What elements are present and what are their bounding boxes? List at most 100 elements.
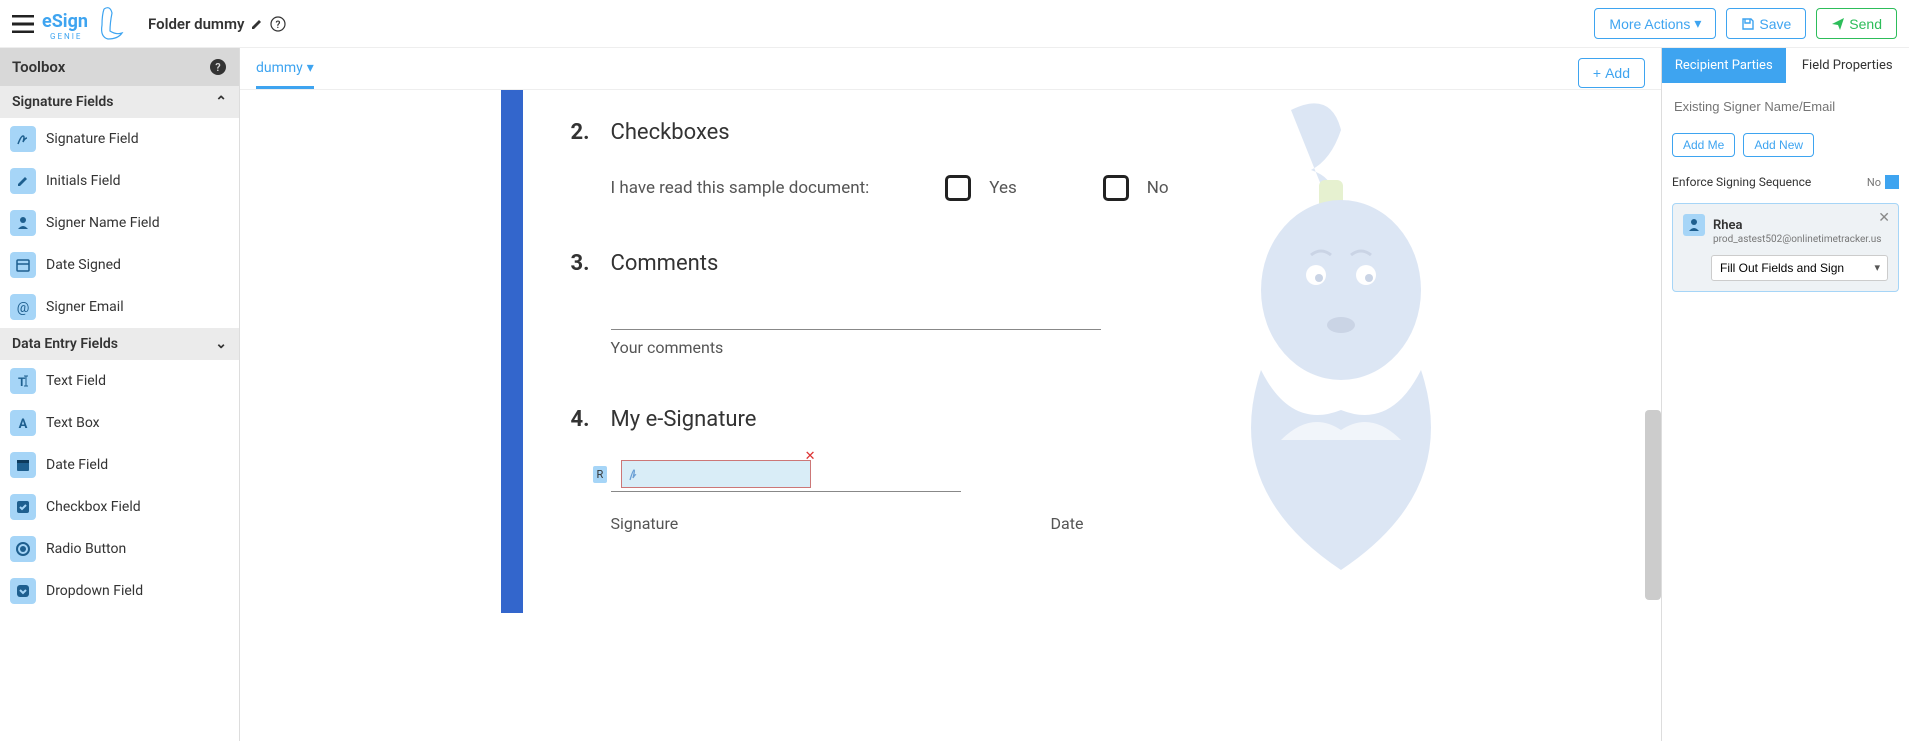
document-tabs: dummy ▾ xyxy=(240,48,1661,90)
send-icon xyxy=(1831,17,1845,31)
section-number: 4. xyxy=(571,407,590,432)
enforce-sequence-row: Enforce Signing Sequence No xyxy=(1672,175,1899,189)
no-label: No xyxy=(1147,178,1169,198)
folder-title: Folder dummy ? xyxy=(148,15,286,33)
save-icon xyxy=(1741,17,1755,31)
document-canvas[interactable]: 2. Checkboxes I have read this sample do… xyxy=(240,90,1661,741)
check-square-icon xyxy=(10,494,36,520)
svg-text:?: ? xyxy=(215,61,220,74)
field-label: Text Box xyxy=(46,415,100,431)
tab-field-properties[interactable]: Field Properties xyxy=(1786,48,1909,83)
help-icon[interactable]: ? xyxy=(270,16,286,32)
chevron-up-icon: ⌃ xyxy=(215,94,227,110)
add-document-button[interactable]: + Add xyxy=(1578,58,1645,88)
field-signature[interactable]: Signature Field xyxy=(0,118,239,160)
more-actions-button[interactable]: More Actions ▾ xyxy=(1594,8,1716,39)
tab-recipient-parties[interactable]: Recipient Parties xyxy=(1662,48,1786,83)
page-accent-bar xyxy=(501,90,523,613)
section-signature: 4. My e-Signature R ✕ xyxy=(611,407,1361,533)
section-title: Signature Fields xyxy=(12,94,114,110)
placed-signature-field[interactable]: ✕ xyxy=(621,460,811,488)
field-label: Signer Email xyxy=(46,299,124,315)
section-title: Data Entry Fields xyxy=(12,336,118,352)
svg-text:?: ? xyxy=(276,20,281,31)
add-me-button[interactable]: Add Me xyxy=(1672,133,1735,157)
field-text-box[interactable]: A Text Box xyxy=(0,402,239,444)
send-label: Send xyxy=(1849,16,1882,32)
save-label: Save xyxy=(1759,16,1791,32)
field-dropdown[interactable]: Dropdown Field xyxy=(0,570,239,612)
field-label: Radio Button xyxy=(46,541,126,557)
scrollbar-thumb[interactable] xyxy=(1645,410,1661,600)
checkbox-yes[interactable] xyxy=(945,175,971,201)
chevron-down-box-icon xyxy=(10,578,36,604)
recipient-tag: R xyxy=(593,466,608,483)
svg-text:T: T xyxy=(18,375,26,389)
enforce-toggle[interactable]: No xyxy=(1867,175,1899,189)
enforce-label: Enforce Signing Sequence xyxy=(1672,175,1811,189)
field-date[interactable]: Date Field xyxy=(0,444,239,486)
plus-icon: + xyxy=(1593,65,1601,81)
section-title: Checkboxes xyxy=(611,120,1361,145)
remove-field-icon[interactable]: ✕ xyxy=(805,449,816,464)
toolbox-title: Toolbox xyxy=(12,58,65,76)
checkbox-prompt: I have read this sample document: xyxy=(611,178,870,198)
signature-line[interactable]: R ✕ xyxy=(611,462,961,492)
text-cursor-icon: T xyxy=(10,368,36,394)
toggle-indicator xyxy=(1885,175,1899,189)
toolbox-help-icon[interactable]: ? xyxy=(209,58,227,76)
remove-recipient-icon[interactable]: ✕ xyxy=(1878,210,1890,226)
calendar-icon xyxy=(10,252,36,278)
at-icon: @ xyxy=(10,294,36,320)
field-signer-name[interactable]: Signer Name Field xyxy=(0,202,239,244)
checkbox-no[interactable] xyxy=(1103,175,1129,201)
edit-folder-icon[interactable] xyxy=(250,17,264,31)
comments-line[interactable] xyxy=(611,306,1101,330)
recipient-email: prod_astest502@onlinetimetracker.us xyxy=(1713,234,1888,245)
user-icon xyxy=(10,210,36,236)
toolbox-sidebar: Toolbox ? Signature Fields ⌃ Signature F… xyxy=(0,48,240,741)
caret-down-icon: ▾ xyxy=(307,60,314,76)
pencil-icon xyxy=(10,168,36,194)
document-tab-dummy[interactable]: dummy ▾ xyxy=(256,60,314,89)
field-initials[interactable]: Initials Field xyxy=(0,160,239,202)
tab-label: dummy xyxy=(256,60,303,76)
section-data-entry-fields[interactable]: Data Entry Fields ⌄ xyxy=(0,328,239,360)
caret-down-icon: ▾ xyxy=(1694,15,1701,32)
svg-text:GENIE: GENIE xyxy=(50,32,82,41)
chevron-down-icon: ⌄ xyxy=(215,336,227,352)
avatar xyxy=(1683,214,1705,236)
existing-signer-input[interactable] xyxy=(1672,93,1899,121)
add-label: Add xyxy=(1605,65,1630,81)
more-actions-label: More Actions xyxy=(1609,16,1690,32)
svg-text:@: @ xyxy=(17,300,30,315)
menu-toggle[interactable] xyxy=(12,15,34,33)
document-page: 2. Checkboxes I have read this sample do… xyxy=(471,90,1431,613)
panel-tabs: Recipient Parties Field Properties xyxy=(1662,48,1909,83)
circle-dot-icon xyxy=(10,536,36,562)
field-radio[interactable]: Radio Button xyxy=(0,528,239,570)
app-header: eSign GENIE Folder dummy ? More Actions … xyxy=(0,0,1909,48)
signature-label: Signature xyxy=(611,514,961,533)
section-number: 3. xyxy=(571,251,590,276)
field-date-signed[interactable]: Date Signed xyxy=(0,244,239,286)
header-actions: More Actions ▾ Save Send xyxy=(1594,8,1897,39)
recipient-role-select[interactable]: Fill Out Fields and Sign xyxy=(1711,255,1888,281)
field-signer-email[interactable]: @ Signer Email xyxy=(0,286,239,328)
folder-name-text: Folder dummy xyxy=(148,15,244,33)
calendar-icon xyxy=(10,452,36,478)
field-label: Signer Name Field xyxy=(46,215,160,231)
field-label: Dropdown Field xyxy=(46,583,143,599)
section-checkboxes: 2. Checkboxes I have read this sample do… xyxy=(611,120,1361,201)
field-label: Initials Field xyxy=(46,173,121,189)
section-signature-fields[interactable]: Signature Fields ⌃ xyxy=(0,86,239,118)
recipient-name: Rhea xyxy=(1713,218,1743,233)
add-new-button[interactable]: Add New xyxy=(1743,133,1814,157)
save-button[interactable]: Save xyxy=(1726,8,1806,39)
field-text-field[interactable]: T Text Field xyxy=(0,360,239,402)
send-button[interactable]: Send xyxy=(1816,8,1897,39)
svg-text:A: A xyxy=(19,417,28,431)
field-label: Signature Field xyxy=(46,131,139,147)
right-panel: Recipient Parties Field Properties Add M… xyxy=(1661,48,1909,741)
field-checkbox[interactable]: Checkbox Field xyxy=(0,486,239,528)
